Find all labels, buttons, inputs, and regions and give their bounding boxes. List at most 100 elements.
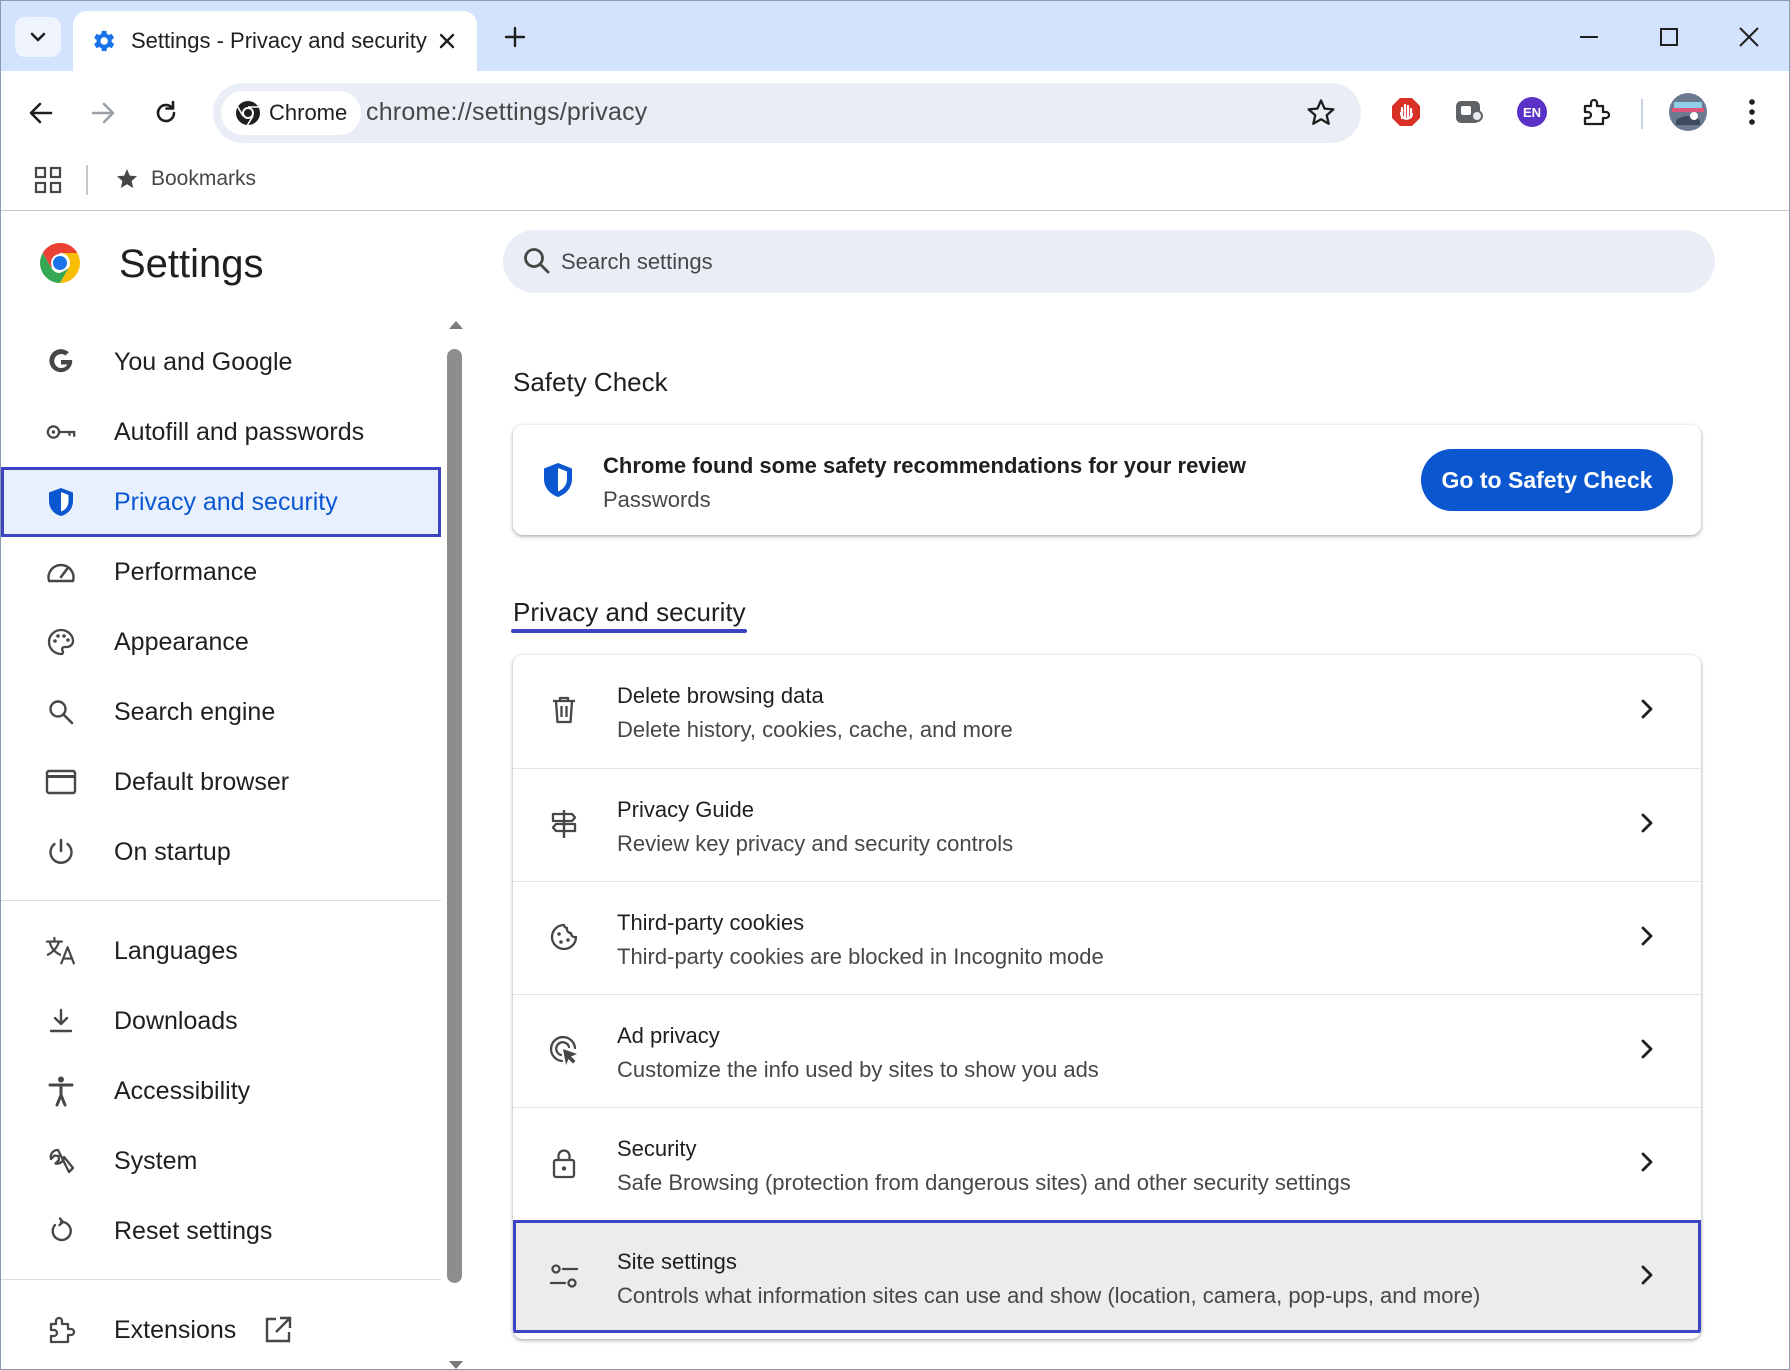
- sidebar-item-system[interactable]: System: [1, 1126, 441, 1196]
- reload-button[interactable]: [144, 91, 188, 135]
- site-info-chip[interactable]: Chrome: [221, 91, 361, 135]
- back-button[interactable]: [19, 91, 63, 135]
- sidebar-item-on-startup[interactable]: On startup: [1, 817, 441, 887]
- search-icon: [524, 248, 550, 274]
- sidebar-item-label: Reset settings: [114, 1216, 273, 1245]
- chrome-logo-icon: [40, 243, 80, 283]
- arrow-back-icon: [29, 102, 53, 124]
- row-delete-browsing-data[interactable]: Delete browsing data Delete history, coo…: [513, 655, 1701, 768]
- sidebar-item-languages[interactable]: Languages: [1, 916, 441, 986]
- sidebar-item-performance[interactable]: Performance: [1, 537, 441, 607]
- sidebar-item-search-engine[interactable]: Search engine: [1, 677, 441, 747]
- star-icon: [117, 169, 137, 188]
- url-text[interactable]: chrome://settings/privacy: [366, 98, 648, 127]
- row-title: Site settings: [617, 1249, 737, 1274]
- accessibility-icon: [45, 1075, 77, 1107]
- sidebar-item-accessibility[interactable]: Accessibility: [1, 1056, 441, 1126]
- toolbar: Chrome chrome://settings/privacy EN: [1, 71, 1789, 153]
- close-window-button[interactable]: [1721, 13, 1777, 61]
- maximize-button[interactable]: [1641, 13, 1697, 61]
- shield-icon: [45, 486, 77, 518]
- forward-button[interactable]: [81, 91, 125, 135]
- minimize-icon: [1580, 36, 1598, 38]
- plus-icon: [504, 26, 526, 48]
- new-tab-button[interactable]: [495, 17, 535, 57]
- browser-window: Settings - Privacy and security Chrome c…: [0, 0, 1790, 1370]
- reset-icon: [45, 1215, 77, 1247]
- sidebar-item-appearance[interactable]: Appearance: [1, 607, 441, 677]
- sidebar-item-autofill[interactable]: Autofill and passwords: [1, 397, 441, 467]
- chrome-menu-button[interactable]: [1729, 89, 1775, 135]
- minimize-button[interactable]: [1561, 13, 1617, 61]
- power-icon: [45, 836, 77, 868]
- scroll-down-arrow[interactable]: [449, 1361, 463, 1369]
- adblock-extension[interactable]: [1383, 89, 1429, 135]
- search-settings[interactable]: [503, 230, 1715, 293]
- gear-icon: [94, 30, 115, 52]
- safety-check-card: Chrome found some safety recommendations…: [513, 425, 1701, 535]
- sidebar-item-you-and-google[interactable]: You and Google: [1, 327, 441, 397]
- wrench-icon: [45, 1145, 77, 1177]
- en-translate-icon: EN: [1517, 97, 1547, 127]
- row-subtitle: Review key privacy and security controls: [617, 831, 1014, 856]
- sidebar-item-label: Search engine: [114, 697, 276, 726]
- google-g-icon: [45, 346, 77, 378]
- ad-target-icon: [547, 1033, 581, 1067]
- row-security[interactable]: Security Safe Browsing (protection from …: [513, 1107, 1701, 1220]
- privacy-card: Delete browsing data Delete history, coo…: [513, 655, 1701, 1339]
- open-in-new-icon: [265, 1316, 292, 1343]
- row-subtitle: Safe Browsing (protection from dangerous…: [617, 1170, 1351, 1195]
- sidebar-divider: [1, 900, 441, 901]
- sidebar-item-label: Appearance: [114, 627, 249, 656]
- go-to-safety-check-button[interactable]: Go to Safety Check: [1421, 449, 1673, 511]
- address-bar[interactable]: Chrome chrome://settings/privacy: [213, 83, 1361, 143]
- svg-text:EN: EN: [1523, 105, 1541, 120]
- close-icon: [1739, 27, 1759, 47]
- speedometer-icon: [45, 556, 77, 588]
- tab-search-button[interactable]: [15, 17, 61, 57]
- row-privacy-guide[interactable]: Privacy Guide Review key privacy and sec…: [513, 768, 1701, 881]
- apps-grid-icon[interactable]: [33, 165, 63, 195]
- row-third-party-cookies[interactable]: Third-party cookies Third-party cookies …: [513, 881, 1701, 994]
- scrollbar-thumb[interactable]: [447, 349, 462, 1283]
- sidebar-item-privacy-and-security[interactable]: Privacy and security: [1, 467, 441, 537]
- download-icon: [45, 1005, 77, 1037]
- sidebar-item-label: Autofill and passwords: [114, 417, 365, 446]
- privacy-section-heading: Privacy and security: [513, 597, 746, 627]
- sidebar-item-label: Downloads: [114, 1006, 238, 1035]
- sidebar-item-reset-settings[interactable]: Reset settings: [1, 1196, 441, 1266]
- bookmarks-bar: Bookmarks: [1, 153, 1789, 211]
- tab-strip: Settings - Privacy and security: [1, 1, 1789, 71]
- sidebar-item-label: On startup: [114, 837, 231, 866]
- page-title: Settings: [119, 242, 264, 286]
- row-title: Security: [617, 1136, 697, 1161]
- row-site-settings[interactable]: Site settings Controls what information …: [513, 1220, 1701, 1333]
- search-input[interactable]: [561, 230, 1661, 293]
- row-subtitle: Third-party cookies are blocked in Incog…: [617, 944, 1104, 969]
- row-subtitle: Delete history, cookies, cache, and more: [617, 717, 1013, 742]
- row-ad-privacy[interactable]: Ad privacy Customize the info used by si…: [513, 994, 1701, 1107]
- sidebar-item-label: You and Google: [114, 347, 293, 376]
- bookmarks-label: Bookmarks: [151, 167, 257, 190]
- sidebar-item-label: Default browser: [114, 767, 290, 796]
- screen-capture-extension[interactable]: [1446, 89, 1492, 135]
- sidebar-item-extensions[interactable]: Extensions: [1, 1295, 441, 1365]
- tab-settings[interactable]: Settings - Privacy and security: [73, 11, 477, 71]
- tab-close-button[interactable]: [433, 27, 461, 55]
- extensions-menu-button[interactable]: [1572, 89, 1618, 135]
- scroll-up-arrow[interactable]: [449, 321, 463, 329]
- profile-avatar[interactable]: [1665, 89, 1711, 135]
- sidebar-item-default-browser[interactable]: Default browser: [1, 747, 441, 817]
- bookmarks-folder[interactable]: Bookmarks: [115, 163, 256, 195]
- arrow-forward-icon: [91, 102, 115, 124]
- chevron-right-icon: [1641, 1152, 1653, 1172]
- shield-check-icon: [544, 463, 572, 497]
- sidebar-scrollbar[interactable]: [445, 321, 465, 1369]
- extensions-puzzle-icon: [1583, 98, 1611, 126]
- translate-extension[interactable]: EN: [1509, 89, 1555, 135]
- chevron-down-icon: [30, 32, 46, 42]
- bookmark-star-icon[interactable]: [1305, 97, 1337, 129]
- row-subtitle: Customize the info used by sites to show…: [617, 1057, 1099, 1082]
- row-title: Ad privacy: [617, 1023, 720, 1048]
- sidebar-item-downloads[interactable]: Downloads: [1, 986, 441, 1056]
